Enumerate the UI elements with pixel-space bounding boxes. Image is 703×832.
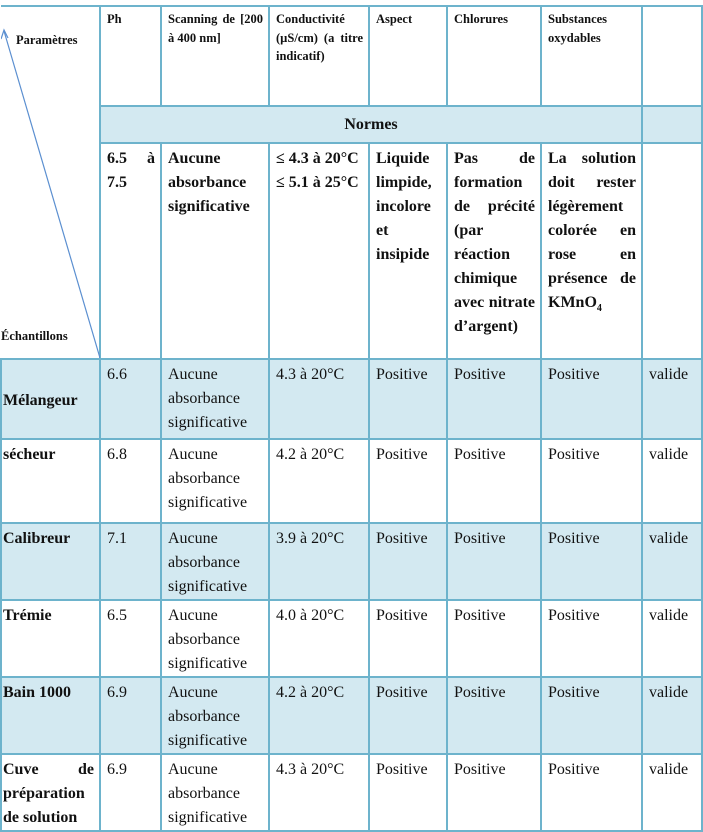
aspect-value: Positive xyxy=(368,599,448,678)
ph-value: 7.1 xyxy=(99,522,162,601)
diagonal-split-line xyxy=(1,28,100,359)
chlorures-value: Positive xyxy=(446,753,542,832)
ph-value: 6.5 xyxy=(99,599,162,678)
scanning-value: Aucune absorbance significative xyxy=(160,676,270,755)
status-value: valide xyxy=(641,676,703,755)
norms-row: 6.5 à 7.5 Aucune absorbance significativ… xyxy=(1,142,703,360)
scanning-value: Aucune absorbance significative xyxy=(160,522,270,601)
norm-aspect: Liquide limpide, incolore et insipide xyxy=(368,142,448,360)
ph-value: 6.9 xyxy=(99,753,162,832)
scanning-value: Aucune absorbance significative xyxy=(160,438,270,524)
ph-value: 6.8 xyxy=(99,438,162,524)
norm-empty-cell xyxy=(641,142,703,360)
norm-conductivity: ≤ 4.3 à 20°C ≤ 5.1 à 25°C xyxy=(268,142,370,360)
column-header-substances: Substances oxydables xyxy=(540,5,643,107)
table-row: Mélangeur 6.6 Aucune absorbance signific… xyxy=(0,358,703,440)
column-header-aspect: Aspect xyxy=(368,5,448,107)
conductivity-value: 4.3 à 20°C xyxy=(268,753,370,832)
conductivity-value: 4.2 à 20°C xyxy=(268,676,370,755)
scanning-value: Aucune absorbance significative xyxy=(160,753,270,832)
diagonal-line xyxy=(3,30,100,359)
parameters-label: Paramètres xyxy=(16,33,78,47)
samples-label: Échantillons xyxy=(1,329,68,343)
column-header-scanning: Scanning de [200 à 400 nm] xyxy=(160,5,270,107)
corner-cell: Paramètres Échantillons xyxy=(1,5,101,360)
table-row: Trémie 6.5 Aucune absorbance significati… xyxy=(0,599,703,678)
table-row: Cuve de préparation de solution 6.9 Aucu… xyxy=(0,753,703,832)
ph-value: 6.6 xyxy=(99,358,162,440)
normes-empty-cell xyxy=(641,105,703,144)
status-value: valide xyxy=(641,753,703,832)
sample-name: Bain 1000 xyxy=(0,676,101,755)
column-header-conductivity: Conductivité (µS/cm) (a titre indicatif) xyxy=(268,5,370,107)
substances-value: Positive xyxy=(540,753,643,832)
chlorures-value: Positive xyxy=(446,438,542,524)
conductivity-value: 3.9 à 20°C xyxy=(268,522,370,601)
norm-conductivity-25c: ≤ 5.1 à 25°C xyxy=(276,174,359,191)
status-value: valide xyxy=(641,522,703,601)
analysis-table: Paramètres Échantillons Ph Scanning de [… xyxy=(0,5,703,832)
column-header-status xyxy=(641,5,703,107)
table-row: Bain 1000 6.9 Aucune absorbance signific… xyxy=(0,676,703,755)
aspect-value: Positive xyxy=(368,522,448,601)
norm-scanning: Aucune absorbance significative xyxy=(160,142,270,360)
aspect-value: Positive xyxy=(368,676,448,755)
substances-value: Positive xyxy=(540,358,643,440)
norm-substances-text: La solution doit rester légèrement color… xyxy=(548,150,636,311)
table-row: sécheur 6.8 Aucune absorbance significat… xyxy=(0,438,703,524)
chlorures-value: Positive xyxy=(446,599,542,678)
aspect-value: Positive xyxy=(368,753,448,832)
substances-value: Positive xyxy=(540,676,643,755)
conductivity-value: 4.3 à 20°C xyxy=(268,358,370,440)
chlorures-value: Positive xyxy=(446,522,542,601)
scanning-value: Aucune absorbance significative xyxy=(160,599,270,678)
normes-row: Normes xyxy=(1,105,703,144)
chlorures-value: Positive xyxy=(446,358,542,440)
status-value: valide xyxy=(641,358,703,440)
ph-value: 6.9 xyxy=(99,676,162,755)
table-row: Calibreur 7.1 Aucune absorbance signific… xyxy=(0,522,703,601)
aspect-value: Positive xyxy=(368,358,448,440)
normes-label: Normes xyxy=(99,105,643,144)
header-row: Paramètres Échantillons Ph Scanning de [… xyxy=(1,5,703,360)
conductivity-value: 4.0 à 20°C xyxy=(268,599,370,678)
aspect-value: Positive xyxy=(368,438,448,524)
norm-chlorures: Pas de formation de précité (par réactio… xyxy=(446,142,542,360)
sample-name: sécheur xyxy=(0,438,101,524)
conductivity-value: 4.2 à 20°C xyxy=(268,438,370,524)
norm-ph: 6.5 à 7.5 xyxy=(99,142,162,360)
sample-name: Calibreur xyxy=(0,522,101,601)
status-value: valide xyxy=(641,438,703,524)
norm-conductivity-20c: ≤ 4.3 à 20°C xyxy=(276,150,359,167)
status-value: valide xyxy=(641,599,703,678)
substances-value: Positive xyxy=(540,438,643,524)
sample-name: Trémie xyxy=(0,599,101,678)
scanning-value: Aucune absorbance significative xyxy=(160,358,270,440)
norm-substances-subscript: 4 xyxy=(596,303,602,315)
sample-name: Cuve de préparation de solution xyxy=(0,753,101,832)
substances-value: Positive xyxy=(540,599,643,678)
sample-name: Mélangeur xyxy=(0,358,101,440)
norm-substances: La solution doit rester légèrement color… xyxy=(540,142,643,360)
column-header-chlorures: Chlorures xyxy=(446,5,542,107)
column-header-ph: Ph xyxy=(99,5,162,107)
chlorures-value: Positive xyxy=(446,676,542,755)
substances-value: Positive xyxy=(540,522,643,601)
